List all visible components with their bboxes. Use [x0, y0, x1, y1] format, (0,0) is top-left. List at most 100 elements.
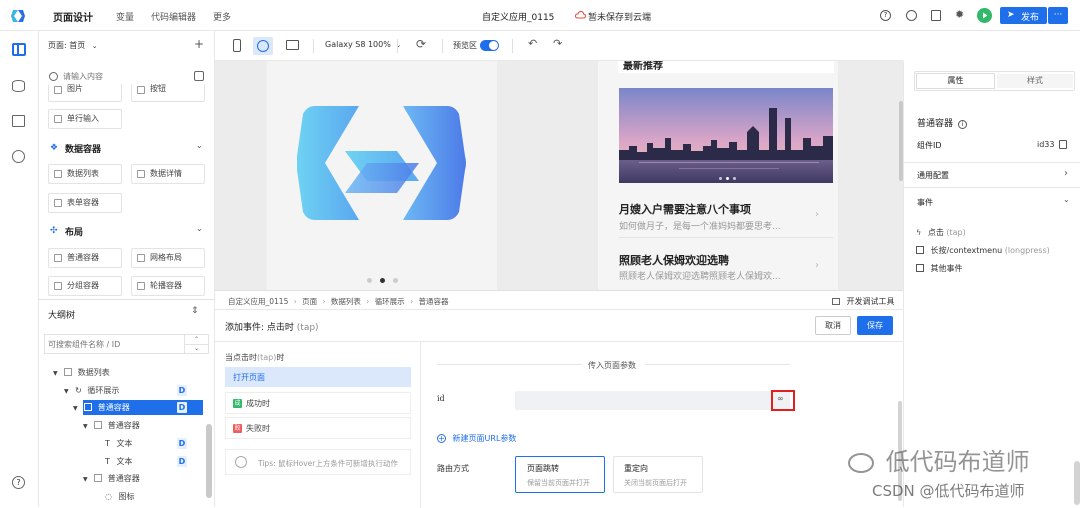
breadcrumb-item[interactable]: 普通容器: [418, 297, 448, 306]
save-button[interactable]: 保存: [857, 316, 893, 335]
right-panel: 属性 样式 普通容器 i 组件ID id33 通用配置 › 事件 ⌄ ϟ 点击 …: [903, 61, 1080, 507]
tree-node-icon[interactable]: ◌ 图标: [105, 488, 135, 505]
bind-variable-icon[interactable]: ∞: [771, 390, 795, 411]
component-carousel-container[interactable]: 轮播容器: [131, 276, 205, 296]
route-option-navigate[interactable]: 页面跳转 保留当前页面并打开: [515, 456, 605, 493]
tree-node-container[interactable]: ▼ 普通容器: [83, 417, 140, 434]
undo-icon[interactable]: ↶: [528, 37, 537, 50]
carousel-dot[interactable]: [367, 278, 372, 283]
nav-code-editor[interactable]: 代码编辑器: [151, 10, 196, 23]
help-circle-icon[interactable]: ?: [12, 476, 25, 489]
tree-node-text[interactable]: T 文本 D: [105, 435, 207, 452]
component-tree-icon[interactable]: [194, 71, 204, 81]
nav-more[interactable]: 更多: [213, 10, 231, 23]
preview-toggle[interactable]: [480, 40, 499, 51]
event-item-tap[interactable]: ϟ 点击 (tap): [916, 227, 966, 238]
tree-node-selected-container[interactable]: ▼ 普通容器 D: [73, 399, 203, 416]
component-grid-layout[interactable]: 网格布局: [131, 248, 205, 268]
chevron-down-icon[interactable]: ⌄: [196, 141, 203, 150]
component-grouped-container[interactable]: 分组容器: [48, 276, 122, 296]
components-icon[interactable]: [12, 43, 26, 56]
miniprogram-device-icon[interactable]: [253, 37, 273, 55]
device-selector[interactable]: Galaxy S8 100% ⌄: [325, 40, 401, 49]
breadcrumb-item[interactable]: 页面: [302, 297, 317, 306]
event-item-longpress[interactable]: 长按/contextmenu (longpress): [916, 245, 1050, 256]
component-data-list[interactable]: 数据列表: [48, 164, 122, 184]
nav-variables[interactable]: 变量: [116, 10, 134, 23]
banner-dot-active[interactable]: [726, 177, 729, 180]
action-open-page[interactable]: 打开页面: [225, 367, 411, 387]
run-icon[interactable]: [977, 8, 992, 23]
component-button[interactable]: 按钮: [131, 84, 205, 102]
copy-icon[interactable]: [1059, 140, 1067, 149]
breadcrumb-item[interactable]: 数据列表: [331, 297, 361, 306]
outline-title[interactable]: 大纲树: [48, 308, 75, 321]
events-section[interactable]: 事件: [917, 197, 933, 208]
history-icon[interactable]: [906, 10, 917, 21]
tree-node-text[interactable]: T 文本 D: [105, 453, 207, 470]
tab-properties[interactable]: 属性: [917, 74, 994, 88]
data-container-section-title[interactable]: 数据容器: [65, 142, 101, 155]
outline-scrollbar[interactable]: [206, 424, 212, 498]
success-branch[interactable]: 成 成功时: [225, 392, 411, 414]
wechat-icon: [848, 453, 874, 473]
component-single-input[interactable]: 单行输入: [48, 109, 122, 129]
chevron-down-icon[interactable]: ⌄: [1063, 195, 1070, 204]
general-config-section[interactable]: 通用配置: [917, 170, 949, 181]
component-form-container[interactable]: 表单容器: [48, 193, 122, 213]
save-icon[interactable]: [931, 10, 941, 21]
settings-icon[interactable]: ✹: [955, 8, 964, 21]
tree-node-loop[interactable]: ▼ ↻ 循环展示 D: [64, 382, 207, 399]
image-assets-icon[interactable]: [12, 115, 25, 127]
mobile-device-icon[interactable]: [233, 39, 241, 52]
nav-page-design[interactable]: 页面设计: [53, 9, 93, 24]
component-image[interactable]: 图片: [48, 84, 122, 102]
divider: [313, 39, 314, 53]
carousel-dot[interactable]: [393, 278, 398, 283]
city-banner-image: [619, 88, 833, 183]
database-icon[interactable]: [12, 80, 25, 92]
article-card[interactable]: 照顾老人保姆欢迎选聘 照顾老人保姆欢迎选聘照顾老人保姆欢... ›: [619, 243, 833, 290]
add-param-button[interactable]: + 新建页面URL参数: [437, 433, 516, 444]
chevron-down-icon[interactable]: ⌄: [196, 224, 203, 233]
article-title: 月嫂入户需要注意八个事项: [619, 203, 751, 216]
component-normal-container[interactable]: 普通容器: [48, 248, 122, 268]
component-data-detail[interactable]: 数据详情: [131, 164, 205, 184]
tree-node-container[interactable]: ▼ 普通容器: [83, 470, 140, 487]
param-value-input[interactable]: [515, 391, 790, 410]
calendar-icon: [916, 246, 924, 254]
fail-branch[interactable]: 败 失败时: [225, 417, 411, 439]
add-page-button[interactable]: +: [194, 37, 204, 51]
grid-icon: [137, 254, 145, 262]
carousel-dot-active[interactable]: [380, 278, 385, 283]
plugin-icon[interactable]: [12, 150, 25, 163]
article-card[interactable]: 月嫂入户需要注意八个事项 如何做月子，是每一个准妈妈都要思考... ›: [619, 191, 833, 238]
breadcrumb-item[interactable]: 循环展示: [375, 297, 405, 306]
banner-dot[interactable]: [719, 177, 722, 180]
breadcrumb-item[interactable]: 自定义应用_0115: [228, 297, 288, 306]
layout-section-title[interactable]: 布局: [65, 225, 83, 238]
tab-style[interactable]: 样式: [997, 74, 1073, 88]
chevron-right-icon[interactable]: ›: [1064, 168, 1068, 179]
route-option-redirect[interactable]: 重定向 关闭当前页面后打开: [613, 456, 703, 493]
outline-search-input[interactable]: [44, 334, 185, 354]
info-icon[interactable]: i: [957, 120, 967, 129]
more-actions-button[interactable]: ···: [1048, 7, 1068, 24]
right-scrollbar[interactable]: [1074, 461, 1080, 505]
outline-stepper[interactable]: ⌃ ⌄: [185, 334, 209, 354]
list-icon: [54, 170, 62, 178]
publish-button[interactable]: ➤ 发布: [1000, 7, 1047, 24]
event-item-other[interactable]: 其他事件: [916, 263, 963, 274]
component-search-input[interactable]: [63, 68, 183, 84]
tree-node-data-list[interactable]: ▼ 数据列表: [53, 364, 110, 381]
devtools-button[interactable]: 开发调试工具: [832, 296, 895, 307]
collapse-toggle-icon[interactable]: ⇕: [191, 306, 199, 316]
banner-dot[interactable]: [733, 177, 736, 180]
help-icon[interactable]: ?: [880, 10, 891, 21]
refresh-icon[interactable]: ⟳: [416, 37, 426, 51]
page-selector[interactable]: 页面: 首页 ⌄: [48, 40, 98, 51]
app-title: 自定义应用_0115: [482, 13, 555, 23]
cancel-button[interactable]: 取消: [815, 316, 851, 335]
desktop-device-icon[interactable]: [286, 40, 299, 50]
redo-icon[interactable]: ↷: [553, 37, 562, 50]
